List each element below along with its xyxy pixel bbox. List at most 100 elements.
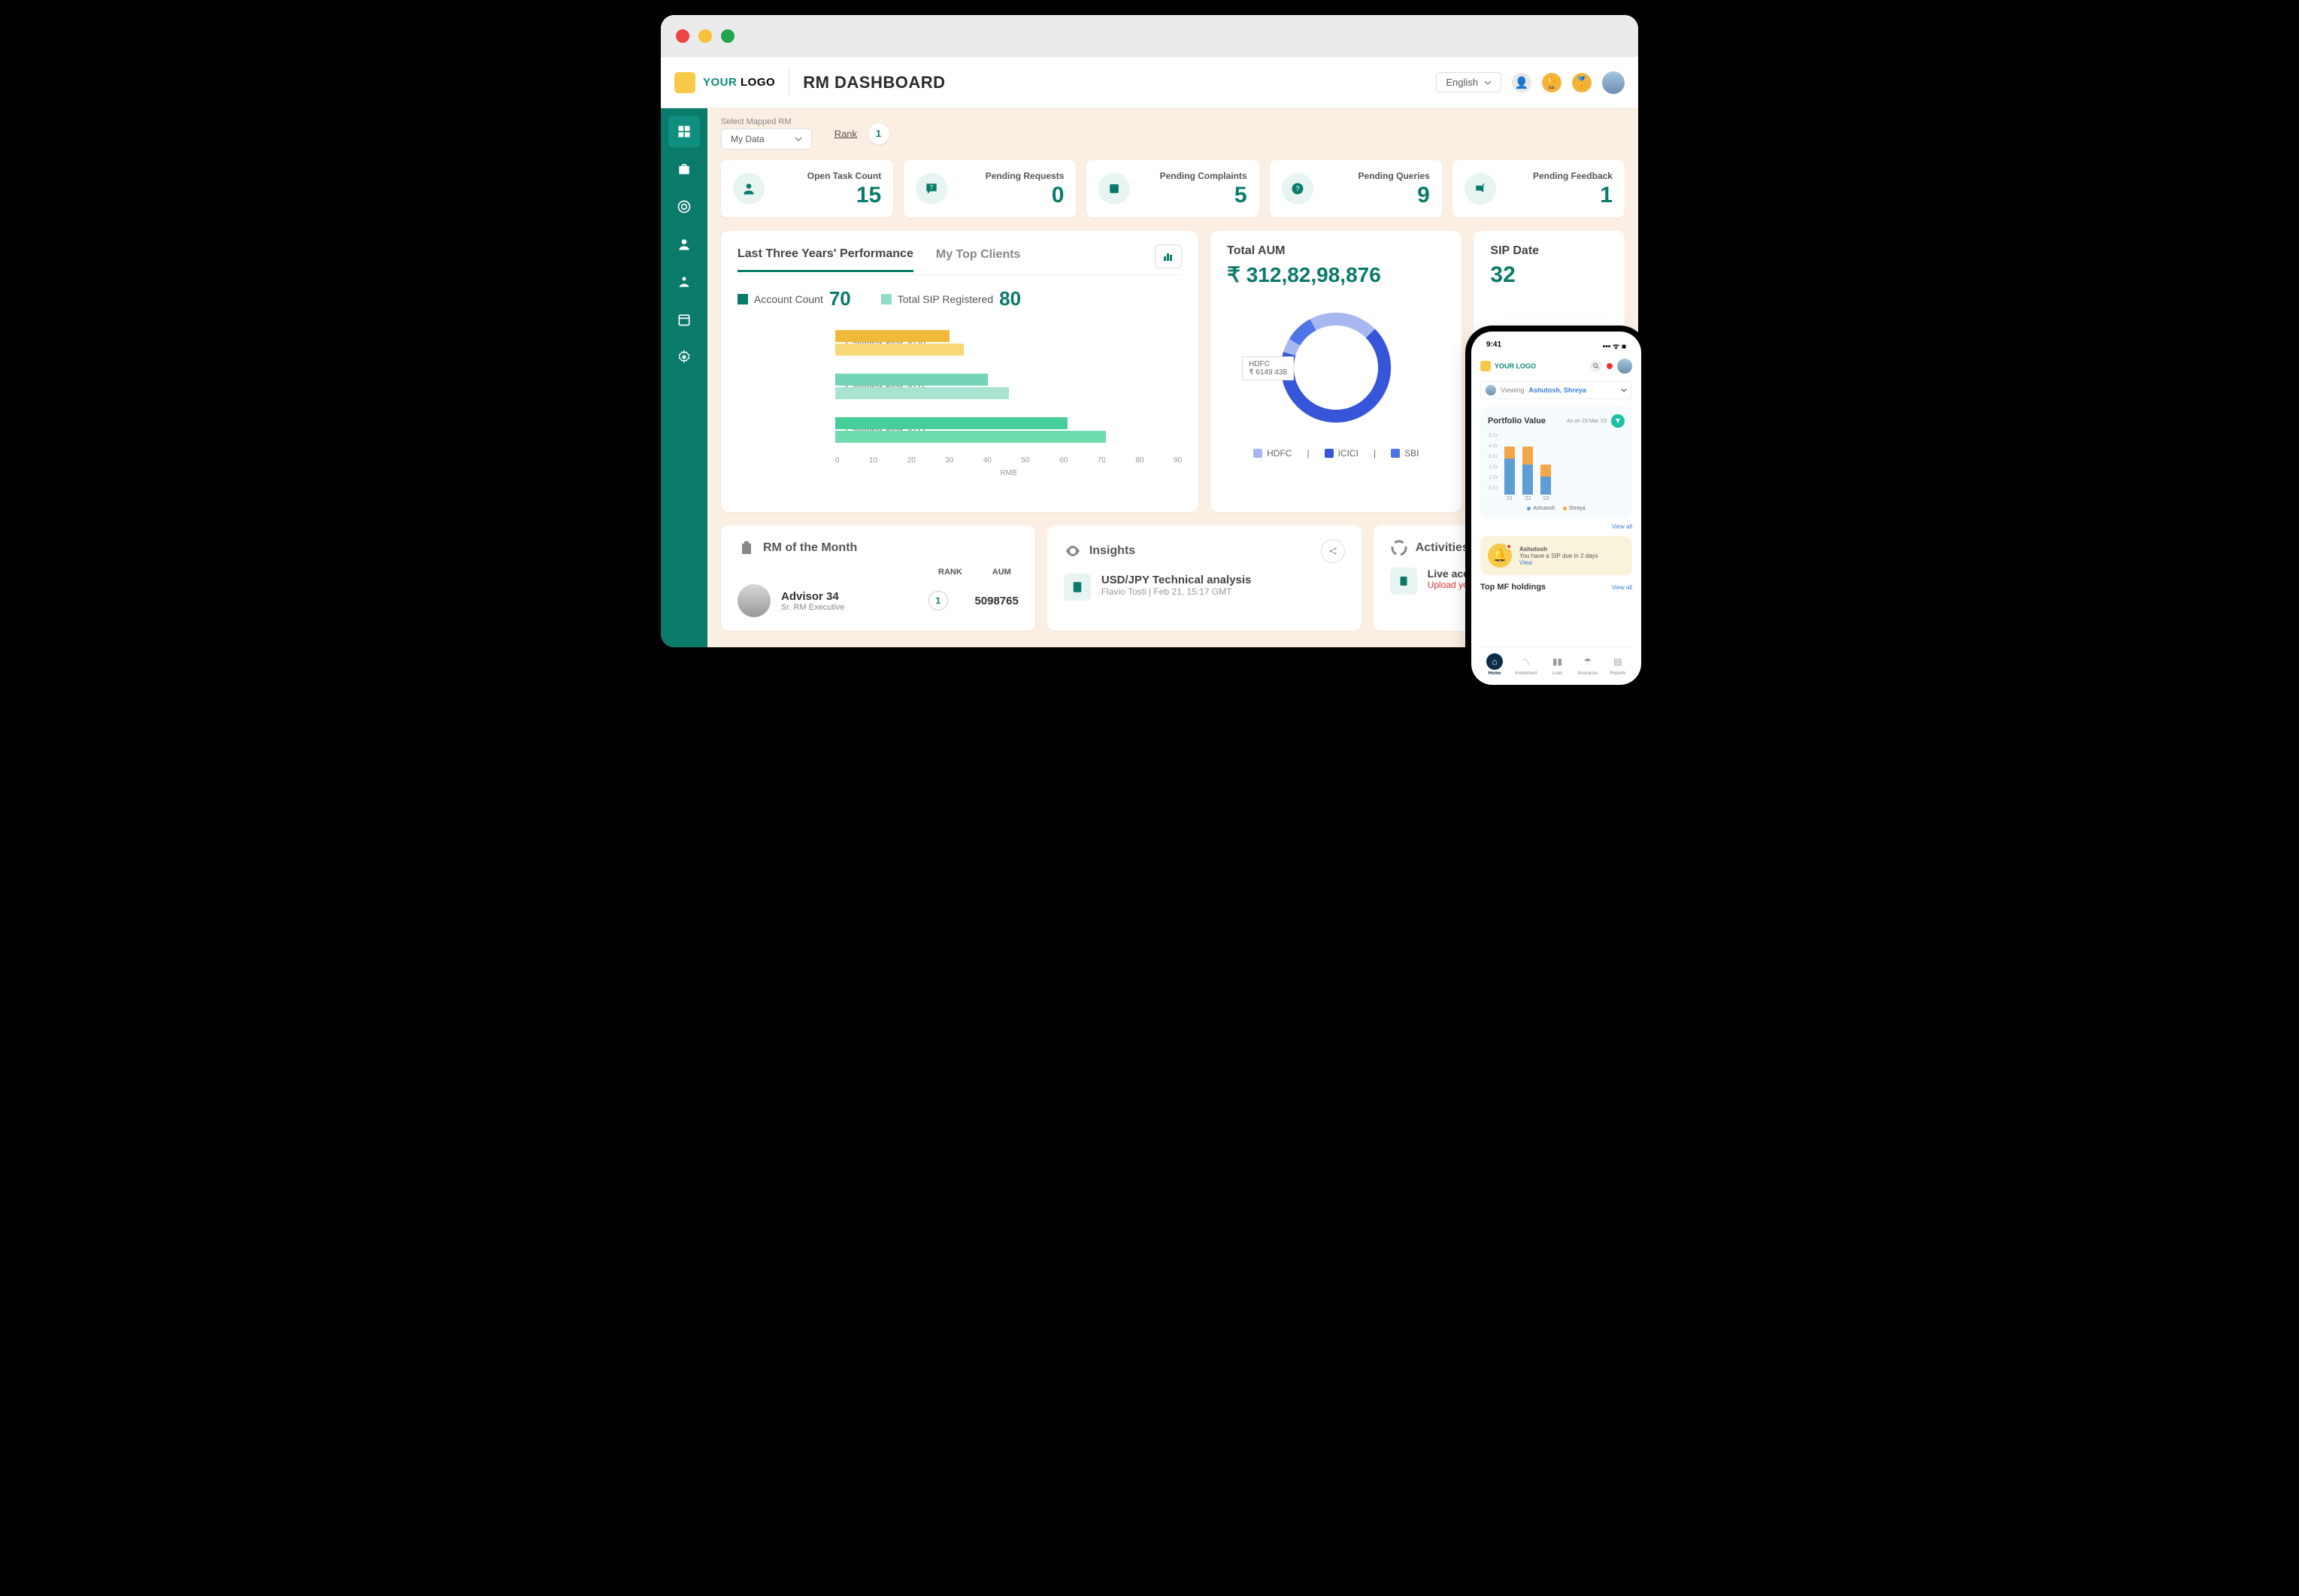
phone-logo-text: YOUR LOGO xyxy=(1495,362,1536,370)
chart-toggle-button[interactable] xyxy=(1155,244,1182,268)
legend-label: Account Count xyxy=(754,293,823,305)
viewing-label: Viewing xyxy=(1501,386,1524,394)
aum-title: Total AUM xyxy=(1227,244,1445,258)
phone-logo-icon xyxy=(1480,361,1491,371)
section-title: Activities xyxy=(1416,541,1469,555)
award-icon[interactable]: 🏅 xyxy=(1572,73,1592,92)
close-window-button[interactable] xyxy=(676,29,689,43)
rm-list-item[interactable]: Advisor 34 Sr. RM Executive 1 5098765 xyxy=(738,584,1019,617)
x-tick: 90 xyxy=(1174,456,1182,465)
sidebar-item-briefcase[interactable] xyxy=(668,153,700,185)
filter-icon xyxy=(1614,417,1622,425)
stat-pending-queries[interactable]: ? Pending Queries9 xyxy=(1270,160,1442,217)
logo-icon xyxy=(674,72,695,93)
phone-signal-icons: ••• ᯤ ■ xyxy=(1603,341,1626,351)
rm-of-month-card: RM of the Month RANK AUM Advisor 34 Sr. … xyxy=(721,525,1035,631)
notification-card[interactable]: 🔔 Ashutosh You have a SIP due in 2 days … xyxy=(1480,536,1632,575)
document-icon: ▤ xyxy=(1610,653,1626,670)
phone-profile-avatar[interactable] xyxy=(1617,359,1632,374)
sidebar-item-settings[interactable] xyxy=(668,341,700,373)
stat-pending-requests[interactable]: ? Pending Requests0 xyxy=(904,160,1076,217)
viewing-selector[interactable]: Viewing Ashutosh, Shreya xyxy=(1480,381,1632,399)
section-title: Insights xyxy=(1089,544,1135,558)
y-tick: .1 Cr xyxy=(1488,476,1498,480)
sidebar-item-target[interactable] xyxy=(668,191,700,223)
hand-money-icon xyxy=(677,274,692,289)
rank-value-badge: 1 xyxy=(868,123,889,144)
feedback-icon xyxy=(1465,173,1496,204)
stat-label: Pending Requests xyxy=(958,171,1064,181)
language-label: English xyxy=(1446,77,1478,88)
bar-2022-series2 xyxy=(835,431,1106,443)
gear-icon xyxy=(677,350,692,365)
profile-avatar[interactable] xyxy=(1602,71,1625,94)
help-icon: ? xyxy=(1282,173,1313,204)
stat-value: 15 xyxy=(775,184,881,207)
stat-open-tasks[interactable]: Open Task Count15 xyxy=(721,160,893,217)
rm-avatar xyxy=(738,584,771,617)
aum-card: Total AUM ₹ 312,82,98,876 HDFC ₹ 6149 43… xyxy=(1210,231,1461,512)
nav-insurance[interactable]: ☂Insurance xyxy=(1578,653,1598,676)
sidebar-item-money[interactable] xyxy=(668,266,700,298)
notif-view-link[interactable]: View xyxy=(1519,559,1598,566)
tab-top-clients[interactable]: My Top Clients xyxy=(936,248,1021,271)
viewing-value: Ashutosh, Shreya xyxy=(1528,386,1586,394)
stat-pending-complaints[interactable]: Pending Complaints5 xyxy=(1086,160,1259,217)
notif-name: Ashutosh xyxy=(1519,546,1598,553)
top-mf-section: Top MF holdings View all xyxy=(1480,583,1632,592)
nav-loan[interactable]: ▮▮Loan xyxy=(1549,653,1565,676)
rm-rank-badge: 1 xyxy=(928,591,948,610)
search-button[interactable] xyxy=(1590,360,1602,372)
legend-label: ICICI xyxy=(1338,448,1358,459)
complaint-icon xyxy=(1098,173,1130,204)
view-all-link[interactable]: View all xyxy=(1480,523,1632,530)
window-titlebar xyxy=(661,15,1638,57)
sidebar-item-calendar[interactable] xyxy=(668,304,700,335)
viewing-avatar xyxy=(1486,385,1496,395)
sidebar-item-user[interactable] xyxy=(668,229,700,260)
section-title: RM of the Month xyxy=(763,541,857,555)
legend-swatch xyxy=(1325,449,1334,458)
rm-selector-label: Select Mapped RM xyxy=(721,117,812,126)
document-icon xyxy=(1064,574,1091,601)
notification-dot[interactable] xyxy=(1607,363,1613,369)
legend-label: SBI xyxy=(1404,448,1419,459)
stat-pending-feedback[interactable]: Pending Feedback1 xyxy=(1452,160,1625,217)
activity-icon xyxy=(1390,539,1408,557)
x-tick: 20 xyxy=(907,456,916,465)
person-icon xyxy=(733,173,765,204)
nav-reports[interactable]: ▤Reports xyxy=(1610,653,1626,676)
x-tick: 40 xyxy=(983,456,992,465)
donut-tooltip: HDFC ₹ 6149 438 xyxy=(1242,356,1294,380)
svg-text:?: ? xyxy=(1295,185,1300,193)
stat-label: Pending Queries xyxy=(1324,171,1430,181)
filter-button[interactable] xyxy=(1611,414,1625,428)
insight-item[interactable]: USD/JPY Technical analysis Flavio Tosti … xyxy=(1064,574,1345,601)
maximize-window-button[interactable] xyxy=(721,29,735,43)
x-tick: 60 xyxy=(1059,456,1068,465)
legend-account-count: Account Count 70 xyxy=(738,287,851,310)
trophy-icon[interactable]: 🏆 xyxy=(1542,73,1561,92)
y-tick: .4 Cr xyxy=(1488,444,1498,449)
tab-performance[interactable]: Last Three Years' Performance xyxy=(738,247,913,272)
nav-label: Home xyxy=(1489,671,1501,676)
bar-2021-series1 xyxy=(835,374,988,386)
trend-icon: 〽 xyxy=(1518,653,1534,670)
x-tick: 30 xyxy=(945,456,953,465)
share-button[interactable] xyxy=(1321,539,1345,563)
user-admin-icon[interactable]: 👤 xyxy=(1512,73,1531,92)
rm-name: Advisor 34 xyxy=(781,590,918,603)
sidebar-item-dashboard[interactable] xyxy=(668,116,700,147)
umbrella-icon: ☂ xyxy=(1580,653,1596,670)
nav-investment[interactable]: 〽Investment xyxy=(1515,653,1537,676)
language-selector[interactable]: English xyxy=(1436,72,1501,92)
legend-label: Ashutosh xyxy=(1533,506,1555,511)
portfolio-value-card: Portfolio Value As on 23 Mar '23 .5 Cr .… xyxy=(1480,407,1632,519)
bar-chart-icon xyxy=(1162,250,1174,262)
rm-selector[interactable]: My Data xyxy=(721,129,812,150)
nav-home[interactable]: ⌂Home xyxy=(1486,653,1503,676)
legend-value: 70 xyxy=(829,287,851,310)
view-all-link[interactable]: View all xyxy=(1612,584,1632,591)
minimize-window-button[interactable] xyxy=(698,29,712,43)
phone-mockup: 9:41 ••• ᯤ ■ YOUR LOGO Viewing Ashutosh,… xyxy=(1471,332,1641,685)
